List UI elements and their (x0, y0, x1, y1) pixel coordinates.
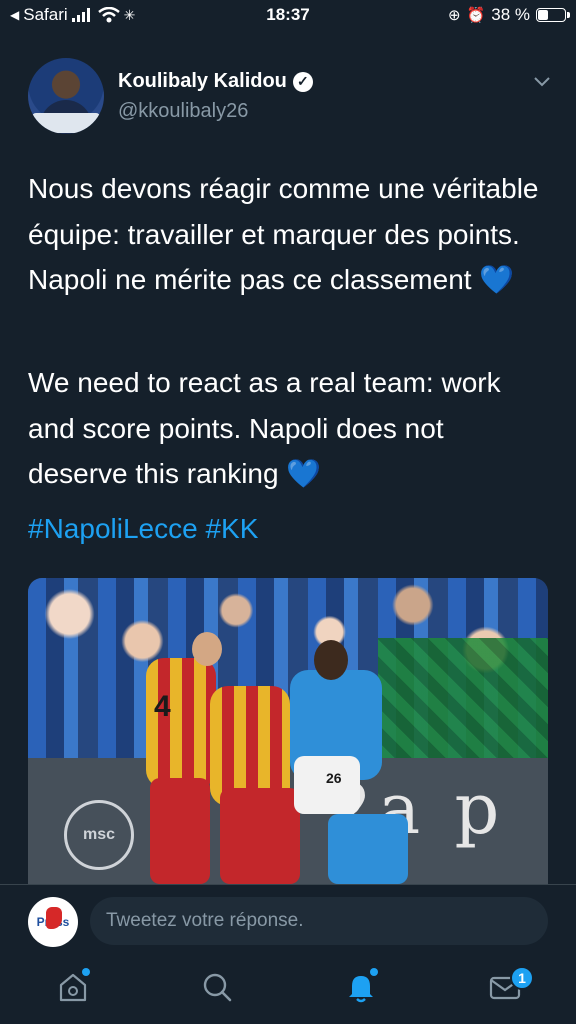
notifications-dot (370, 968, 378, 976)
rotation-lock-icon: ⊕ (447, 7, 461, 24)
reply-bar: Press Tweetez votre réponse. (0, 884, 576, 956)
tweet-header: Koulibaly Kalidou ✓ @kkoulibaly26 (28, 58, 552, 138)
tweet-hashtags[interactable]: #NapoliLecce #KK (28, 506, 548, 552)
status-right: ⊕ ⏰ 38 % (447, 5, 570, 25)
home-notification-dot (82, 968, 90, 976)
blue-heart-icon: 💙 (479, 264, 515, 295)
author-name-row[interactable]: Koulibaly Kalidou ✓ (118, 70, 313, 93)
photo-green-crowd (378, 638, 548, 758)
tweet-text-fr: Nous devons réagir comme une véritable é… (28, 173, 539, 295)
status-bar: ◀ Safari ✳ 18:37 ⊕ ⏰ 38 % (0, 0, 576, 30)
player-head (192, 632, 222, 666)
battery-fill (538, 10, 548, 20)
player-napoli-legs (328, 814, 408, 884)
tweet-media-photo[interactable]: 2a p msc 4 26 (28, 578, 548, 884)
jersey-number-right: 26 (326, 770, 342, 786)
battery-icon (536, 8, 570, 22)
tweet-text-french: Nous devons réagir comme une véritable é… (28, 166, 548, 303)
reply-input[interactable]: Tweetez votre réponse. (90, 897, 548, 945)
tab-bar (0, 956, 576, 1024)
author-avatar[interactable] (28, 58, 104, 134)
author-handle[interactable]: @kkoulibaly26 (118, 100, 248, 123)
battery-percent: 38 % (491, 5, 530, 24)
blue-heart-icon: 💙 (286, 458, 322, 489)
chevron-down-icon[interactable] (532, 72, 552, 92)
jersey-number-left: 4 (154, 690, 171, 723)
tweet-text-en: We need to react as a real team: work an… (28, 367, 501, 489)
avatar-desk (32, 113, 100, 133)
search-icon[interactable] (200, 970, 234, 1004)
player-head (314, 640, 348, 680)
player-lecce-1-legs (150, 778, 210, 884)
messages-badge: 1 (510, 966, 534, 990)
reply-avatar[interactable]: Press (28, 897, 78, 947)
verified-badge-icon: ✓ (292, 71, 313, 92)
tweet-text-english: We need to react as a real team: work an… (28, 360, 548, 497)
alarm-icon: ⏰ (466, 7, 486, 24)
player-lecce-2-legs (220, 788, 300, 884)
msc-logo-icon: msc (64, 800, 134, 870)
author-name[interactable]: Koulibaly Kalidou (118, 70, 287, 93)
